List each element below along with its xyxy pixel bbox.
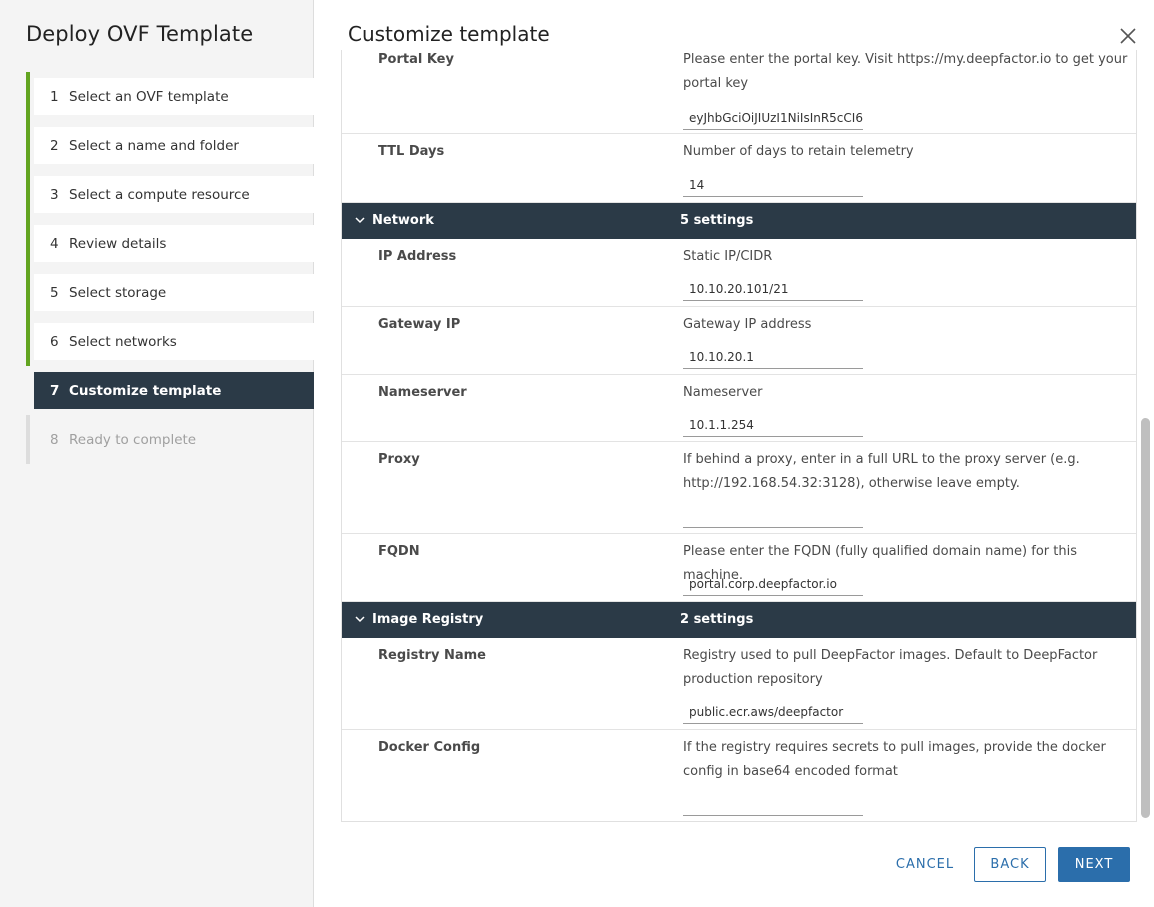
setting-description: Nameserver [683, 385, 763, 400]
wizard-steps: 1 Select an OVF template 2 Select a name a… [26, 72, 314, 464]
proxy-input[interactable] [683, 504, 863, 528]
portal-key-input[interactable] [683, 106, 863, 130]
template-settings-panel: Portal Key Please enter the portal key. … [341, 50, 1137, 822]
step-label: Ready to complete [69, 431, 197, 448]
setting-row-fqdn: FQDN Please enter the FQDN (fully qualif… [342, 534, 1136, 602]
step-customize-template[interactable]: 7 Customize template [26, 366, 314, 415]
setting-row-gateway-ip: Gateway IP Gateway IP address [342, 307, 1136, 375]
chevron-down-icon [355, 217, 365, 224]
close-button[interactable] [1116, 24, 1140, 48]
setting-description: Registry used to pull DeepFactor images.… [683, 648, 1098, 687]
registry-name-input[interactable] [683, 700, 863, 724]
setting-row-nameserver: Nameserver Nameserver [342, 375, 1136, 442]
step-label: Select storage [69, 284, 167, 301]
setting-row-registry-name: Registry Name Registry used to pull Deep… [342, 638, 1136, 730]
page-title: Customize template [348, 22, 550, 46]
setting-label: TTL Days [378, 144, 445, 159]
section-header-network[interactable]: Network 5 settings [342, 203, 1136, 239]
setting-description: If the registry requires secrets to pull… [683, 740, 1106, 779]
nameserver-input[interactable] [683, 413, 863, 437]
gateway-ip-input[interactable] [683, 345, 863, 369]
setting-label: IP Address [378, 249, 457, 264]
step-number: 7 [50, 382, 60, 399]
step-number: 3 [50, 186, 59, 203]
step-number: 8 [50, 431, 59, 448]
ip-address-input[interactable] [683, 277, 863, 301]
wizard-sidebar: Deploy OVF Template 1 Select an OVF templ… [0, 0, 314, 907]
step-select-compute-resource[interactable]: 3 Select a compute resource [26, 170, 314, 219]
setting-label: Gateway IP [378, 317, 461, 332]
section-title: Image Registry [372, 612, 484, 627]
ttl-days-input[interactable] [683, 173, 863, 197]
step-label: Review details [69, 235, 167, 252]
section-settings-count: 2 settings [680, 612, 754, 627]
setting-row-docker-config: Docker Config If the registry requires s… [342, 730, 1136, 821]
step-select-name-folder[interactable]: 2 Select a name and folder [26, 121, 314, 170]
setting-description: Static IP/CIDR [683, 249, 773, 264]
chevron-down-icon [355, 616, 365, 623]
step-number: 2 [50, 137, 59, 154]
step-label: Select a compute resource [69, 186, 250, 203]
step-number: 1 [50, 88, 59, 105]
step-ready-to-complete: 8 Ready to complete [26, 415, 314, 464]
setting-row-ttl-days: TTL Days Number of days to retain teleme… [342, 134, 1136, 203]
setting-description: Please enter the portal key. Visit https… [683, 52, 1128, 91]
step-select-storage[interactable]: 5 Select storage [26, 268, 314, 317]
docker-config-input[interactable] [683, 792, 863, 816]
setting-row-ip-address: IP Address Static IP/CIDR [342, 239, 1136, 307]
section-header-image-registry[interactable]: Image Registry 2 settings [342, 602, 1136, 638]
setting-label: FQDN [378, 544, 420, 559]
setting-description: If behind a proxy, enter in a full URL t… [683, 452, 1080, 491]
step-number: 4 [50, 235, 59, 252]
step-number: 5 [50, 284, 59, 301]
setting-label: Portal Key [378, 52, 454, 67]
close-icon [1120, 28, 1136, 44]
setting-row-proxy: Proxy If behind a proxy, enter in a full… [342, 442, 1136, 534]
next-button[interactable]: NEXT [1058, 847, 1130, 882]
setting-description: Gateway IP address [683, 317, 812, 332]
step-label: Select a name and folder [69, 137, 239, 154]
section-title: Network [372, 213, 434, 228]
step-number: 6 [50, 333, 59, 350]
step-select-ovf-template[interactable]: 1 Select an OVF template [26, 72, 314, 121]
scrollbar-thumb[interactable] [1141, 418, 1150, 818]
step-select-networks[interactable]: 6 Select networks [26, 317, 314, 366]
setting-description: Number of days to retain telemetry [683, 144, 914, 159]
fqdn-input[interactable] [683, 572, 863, 596]
step-review-details[interactable]: 4 Review details [26, 219, 314, 268]
setting-row-portal-key: Portal Key Please enter the portal key. … [342, 50, 1136, 134]
setting-label: Proxy [378, 452, 420, 467]
setting-label: Docker Config [378, 740, 481, 755]
section-settings-count: 5 settings [680, 213, 754, 228]
setting-label: Nameserver [378, 385, 467, 400]
wizard-title: Deploy OVF Template [26, 22, 254, 46]
setting-label: Registry Name [378, 648, 486, 663]
step-label: Select an OVF template [69, 88, 229, 105]
cancel-button[interactable]: CANCEL [886, 847, 964, 882]
content-scrollbar[interactable] [1138, 50, 1154, 822]
step-label: Select networks [69, 333, 177, 350]
step-label: Customize template [69, 382, 222, 399]
back-button[interactable]: BACK [974, 847, 1046, 882]
